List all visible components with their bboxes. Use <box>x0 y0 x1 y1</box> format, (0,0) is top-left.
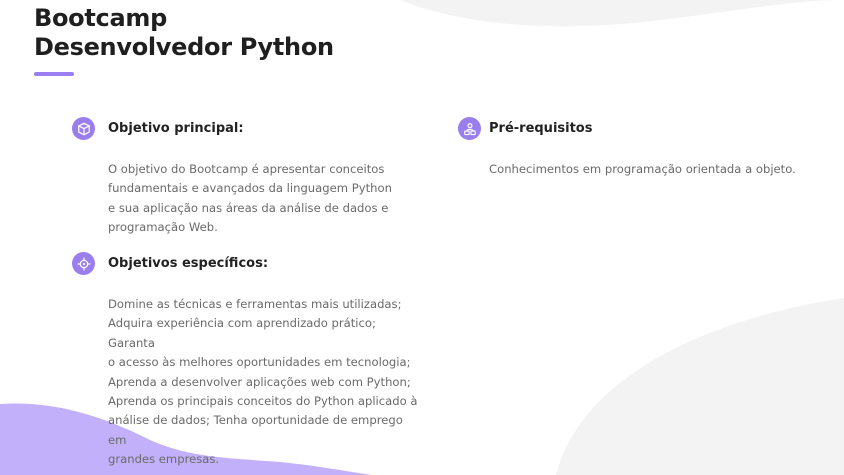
section-description: Conhecimentos em programação orientada a… <box>458 160 818 179</box>
description-line: o acesso às melhores oportunidades em te… <box>108 355 411 370</box>
title-underline <box>34 72 74 76</box>
section-header: Objetivo principal: <box>72 117 412 140</box>
section-title: Objetivo principal: <box>108 121 244 136</box>
top-right-gray-blob <box>400 0 844 27</box>
description-line: Adquira experiência com aprendizado prát… <box>108 316 376 350</box>
page-title-line-1: Bootcamp <box>34 4 167 32</box>
section-pre-requisitos: Pré-requisitos Conhecimentos em programa… <box>458 117 818 179</box>
section-header: Objetivos específicos: <box>72 252 422 275</box>
description-line: e sua aplicação nas áreas da análise de … <box>108 200 389 215</box>
description-line: grandes empresas. <box>108 452 220 467</box>
description-line: Domine as técnicas e ferramentas mais ut… <box>108 297 402 311</box>
description-line: O objetivo do Bootcamp é apresentar conc… <box>108 162 385 176</box>
page-title: Bootcamp Desenvolvedor Python <box>34 4 334 62</box>
bottom-right-gray-blob <box>556 298 844 475</box>
cube-icon <box>72 117 95 140</box>
description-line: Aprenda os principais conceitos do Pytho… <box>108 394 418 409</box>
target-icon <box>72 252 95 275</box>
description-line: Conhecimentos em programação orientada a… <box>489 162 796 176</box>
section-description: O objetivo do Bootcamp é apresentar conc… <box>72 160 412 238</box>
section-description: Domine as técnicas e ferramentas mais ut… <box>72 295 422 470</box>
section-objetivo-principal: Objetivo principal: O objetivo do Bootca… <box>72 117 412 238</box>
section-title: Pré-requisitos <box>489 121 593 136</box>
users-icon <box>458 117 481 140</box>
page-title-line-2: Desenvolvedor Python <box>34 33 334 61</box>
description-line: fundamentais e avançados da linguagem Py… <box>108 181 392 196</box>
description-line: Aprenda a desenvolver aplicações web com… <box>108 374 411 389</box>
description-line: programação Web. <box>108 220 218 235</box>
section-title: Objetivos específicos: <box>108 256 269 271</box>
description-line: análise de dados; Tenha oportunidade de … <box>108 413 403 447</box>
section-objetivos-especificos: Objetivos específicos: Domine as técnica… <box>72 252 422 470</box>
section-header: Pré-requisitos <box>458 117 818 140</box>
